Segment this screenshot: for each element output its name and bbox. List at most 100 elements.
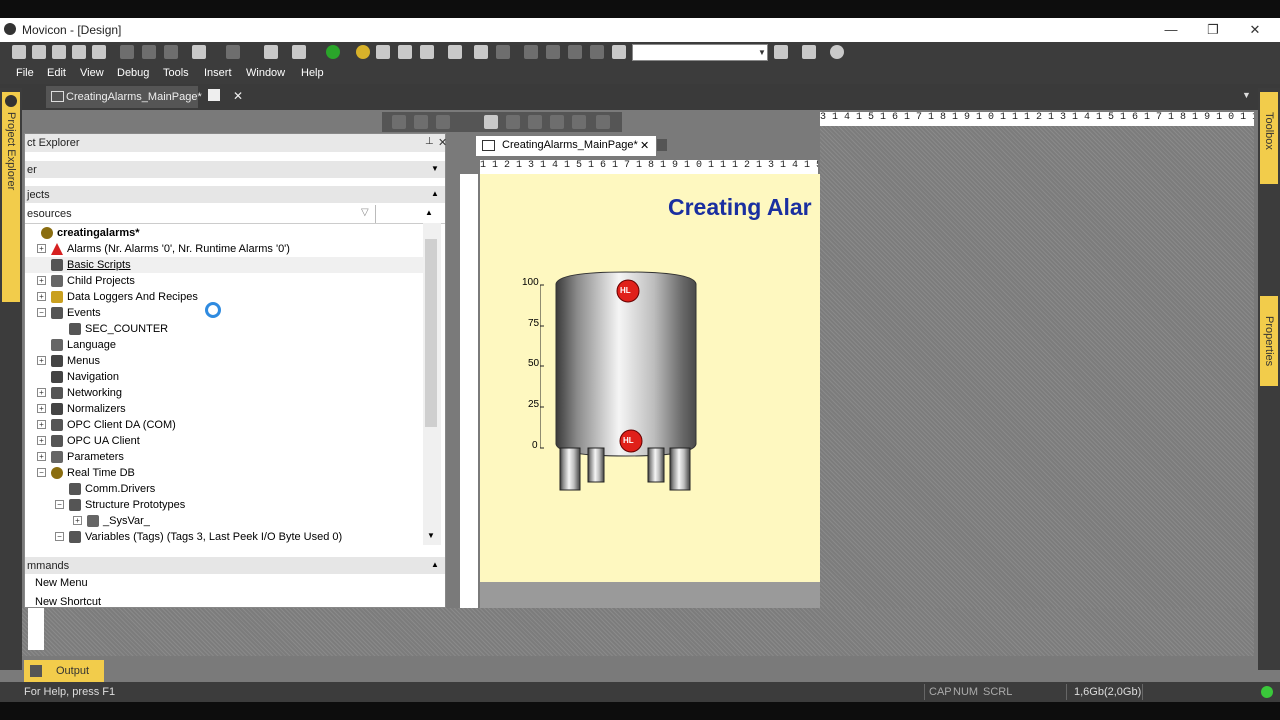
tab-close-button[interactable]: ✕: [233, 89, 243, 103]
window-icon[interactable]: [474, 45, 488, 59]
collapse-minus-icon[interactable]: −: [55, 500, 64, 509]
projects-section-header[interactable]: jects ▲: [25, 186, 445, 203]
align-icon-g[interactable]: [572, 115, 586, 129]
collapse-minus-icon[interactable]: −: [55, 532, 64, 541]
tree-scrollbar[interactable]: ▼: [423, 223, 441, 545]
align-icon-a[interactable]: [392, 115, 406, 129]
tree-item[interactable]: + Child Projects: [25, 273, 425, 289]
align-icon-h[interactable]: [596, 115, 610, 129]
find-object-icon[interactable]: [612, 45, 626, 59]
tree-item[interactable]: + Alarms (Nr. Alarms '0', Nr. Runtime Ala…: [25, 241, 425, 257]
tool-icon-h[interactable]: [590, 45, 604, 59]
menu-edit[interactable]: Edit: [47, 67, 66, 79]
menu-view[interactable]: View: [80, 67, 104, 79]
command-new-menu[interactable]: New Menu: [35, 577, 88, 589]
tree-item[interactable]: + OPC Client DA (COM): [25, 417, 425, 433]
copy-icon[interactable]: [142, 45, 156, 59]
tree-item[interactable]: + Normalizers: [25, 401, 425, 417]
search-input[interactable]: [632, 44, 768, 61]
project-tree-icon[interactable]: [264, 45, 278, 59]
tree-item[interactable]: SEC_COUNTER: [25, 321, 425, 337]
tree-scrollbar-thumb[interactable]: [425, 239, 437, 427]
expand-plus-icon[interactable]: +: [37, 404, 46, 413]
expand-plus-icon[interactable]: +: [37, 436, 46, 445]
tab-list-chevron-icon[interactable]: ▼: [1242, 90, 1251, 100]
design-tab-close-button[interactable]: ✕: [640, 139, 649, 152]
design-tab[interactable]: CreatingAlarms_MainPage* ✕: [476, 136, 656, 156]
new-file-icon[interactable]: [12, 45, 26, 59]
print-preview-icon[interactable]: [92, 45, 106, 59]
expand-plus-icon[interactable]: +: [37, 388, 46, 397]
expand-plus-icon[interactable]: +: [37, 292, 46, 301]
align-icon-b[interactable]: [414, 115, 428, 129]
undo-icon[interactable]: [192, 45, 206, 59]
tool-icon-g[interactable]: [568, 45, 582, 59]
tree-item[interactable]: + Networking: [25, 385, 425, 401]
collapse-chevron-icon[interactable]: ▲: [431, 189, 439, 198]
expand-plus-icon[interactable]: +: [37, 452, 46, 461]
tree-item[interactable]: Navigation: [25, 369, 425, 385]
pin-icon[interactable]: ⊥: [425, 136, 434, 147]
tree-item[interactable]: + Parameters: [25, 449, 425, 465]
align-icon-f[interactable]: [550, 115, 564, 129]
filter-dropdown-icon[interactable]: ▼: [431, 164, 439, 173]
build-icon[interactable]: [292, 45, 306, 59]
open-folder-icon[interactable]: [32, 45, 46, 59]
menu-file[interactable]: File: [16, 67, 34, 79]
filter-bar[interactable]: er ▼: [25, 161, 445, 178]
settings-gear-icon[interactable]: [356, 45, 370, 59]
tool-icon-e[interactable]: [524, 45, 538, 59]
expand-plus-icon[interactable]: +: [37, 420, 46, 429]
tree-item[interactable]: Comm.Drivers: [25, 481, 425, 497]
grid-icon[interactable]: [484, 115, 498, 129]
save-all-icon[interactable]: [72, 45, 86, 59]
properties-side-tab[interactable]: Properties: [1260, 296, 1278, 386]
tab-creatingalarms-mainpage[interactable]: CreatingAlarms_MainPage*: [46, 86, 202, 108]
redo-icon[interactable]: [226, 45, 240, 59]
save-icon[interactable]: [52, 45, 66, 59]
expand-plus-icon[interactable]: +: [37, 356, 46, 365]
run-icon[interactable]: [326, 45, 340, 59]
paste-icon[interactable]: [164, 45, 178, 59]
menu-help[interactable]: Help: [301, 67, 324, 79]
tree-item[interactable]: Language: [25, 337, 425, 353]
tank-graphic[interactable]: [540, 270, 710, 496]
page-icon[interactable]: [208, 89, 220, 101]
menu-tools[interactable]: Tools: [163, 67, 189, 79]
search-icon[interactable]: [774, 45, 788, 59]
tree-item[interactable]: Basic Scripts: [25, 257, 425, 273]
menu-debug[interactable]: Debug: [117, 67, 149, 79]
align-icon-d[interactable]: [506, 115, 520, 129]
minimize-button[interactable]: —: [1156, 20, 1186, 40]
tree-item[interactable]: − Structure Prototypes: [25, 497, 425, 513]
align-icon-c[interactable]: [436, 115, 450, 129]
scroll-up-chevron-icon[interactable]: ▲: [425, 208, 433, 217]
tool-icon-f[interactable]: [546, 45, 560, 59]
menu-window[interactable]: Window: [246, 67, 285, 79]
project-explorer-side-tab[interactable]: Project Explorer: [2, 92, 20, 302]
collapse-minus-icon[interactable]: −: [37, 468, 46, 477]
menu-insert[interactable]: Insert: [204, 67, 232, 79]
tree-item[interactable]: creatingalarms*: [25, 225, 425, 241]
tree-item[interactable]: − Real Time DB: [25, 465, 425, 481]
search-dropdown-icon[interactable]: ▼: [756, 45, 768, 60]
expand-plus-icon[interactable]: +: [37, 276, 46, 285]
tree-item[interactable]: − Variables (Tags) (Tags 3, Last Peek I/O…: [25, 529, 425, 545]
explorer-close-button[interactable]: ✕: [438, 136, 447, 149]
page-tab-icon[interactable]: [657, 139, 667, 151]
screen-canvas[interactable]: Creating Alar 100 75 50 25 0 HL HL: [480, 174, 820, 582]
tool-icon-c[interactable]: [420, 45, 434, 59]
expand-plus-icon[interactable]: +: [73, 516, 82, 525]
page-title[interactable]: Creating Alar: [668, 194, 812, 221]
toolbox-side-tab[interactable]: Toolbox: [1260, 92, 1278, 184]
scroll-down-chevron-icon[interactable]: ▼: [427, 531, 435, 540]
help-icon[interactable]: [830, 45, 844, 59]
tool-icon-d[interactable]: [496, 45, 510, 59]
tool-icon-a[interactable]: [376, 45, 390, 59]
tree-item[interactable]: + Data Loggers And Recipes: [25, 289, 425, 305]
tool-icon-b[interactable]: [398, 45, 412, 59]
close-button[interactable]: ✕: [1240, 20, 1270, 40]
cut-icon[interactable]: [120, 45, 134, 59]
commands-collapse-icon[interactable]: ▲: [431, 560, 439, 569]
collapse-minus-icon[interactable]: −: [37, 308, 46, 317]
